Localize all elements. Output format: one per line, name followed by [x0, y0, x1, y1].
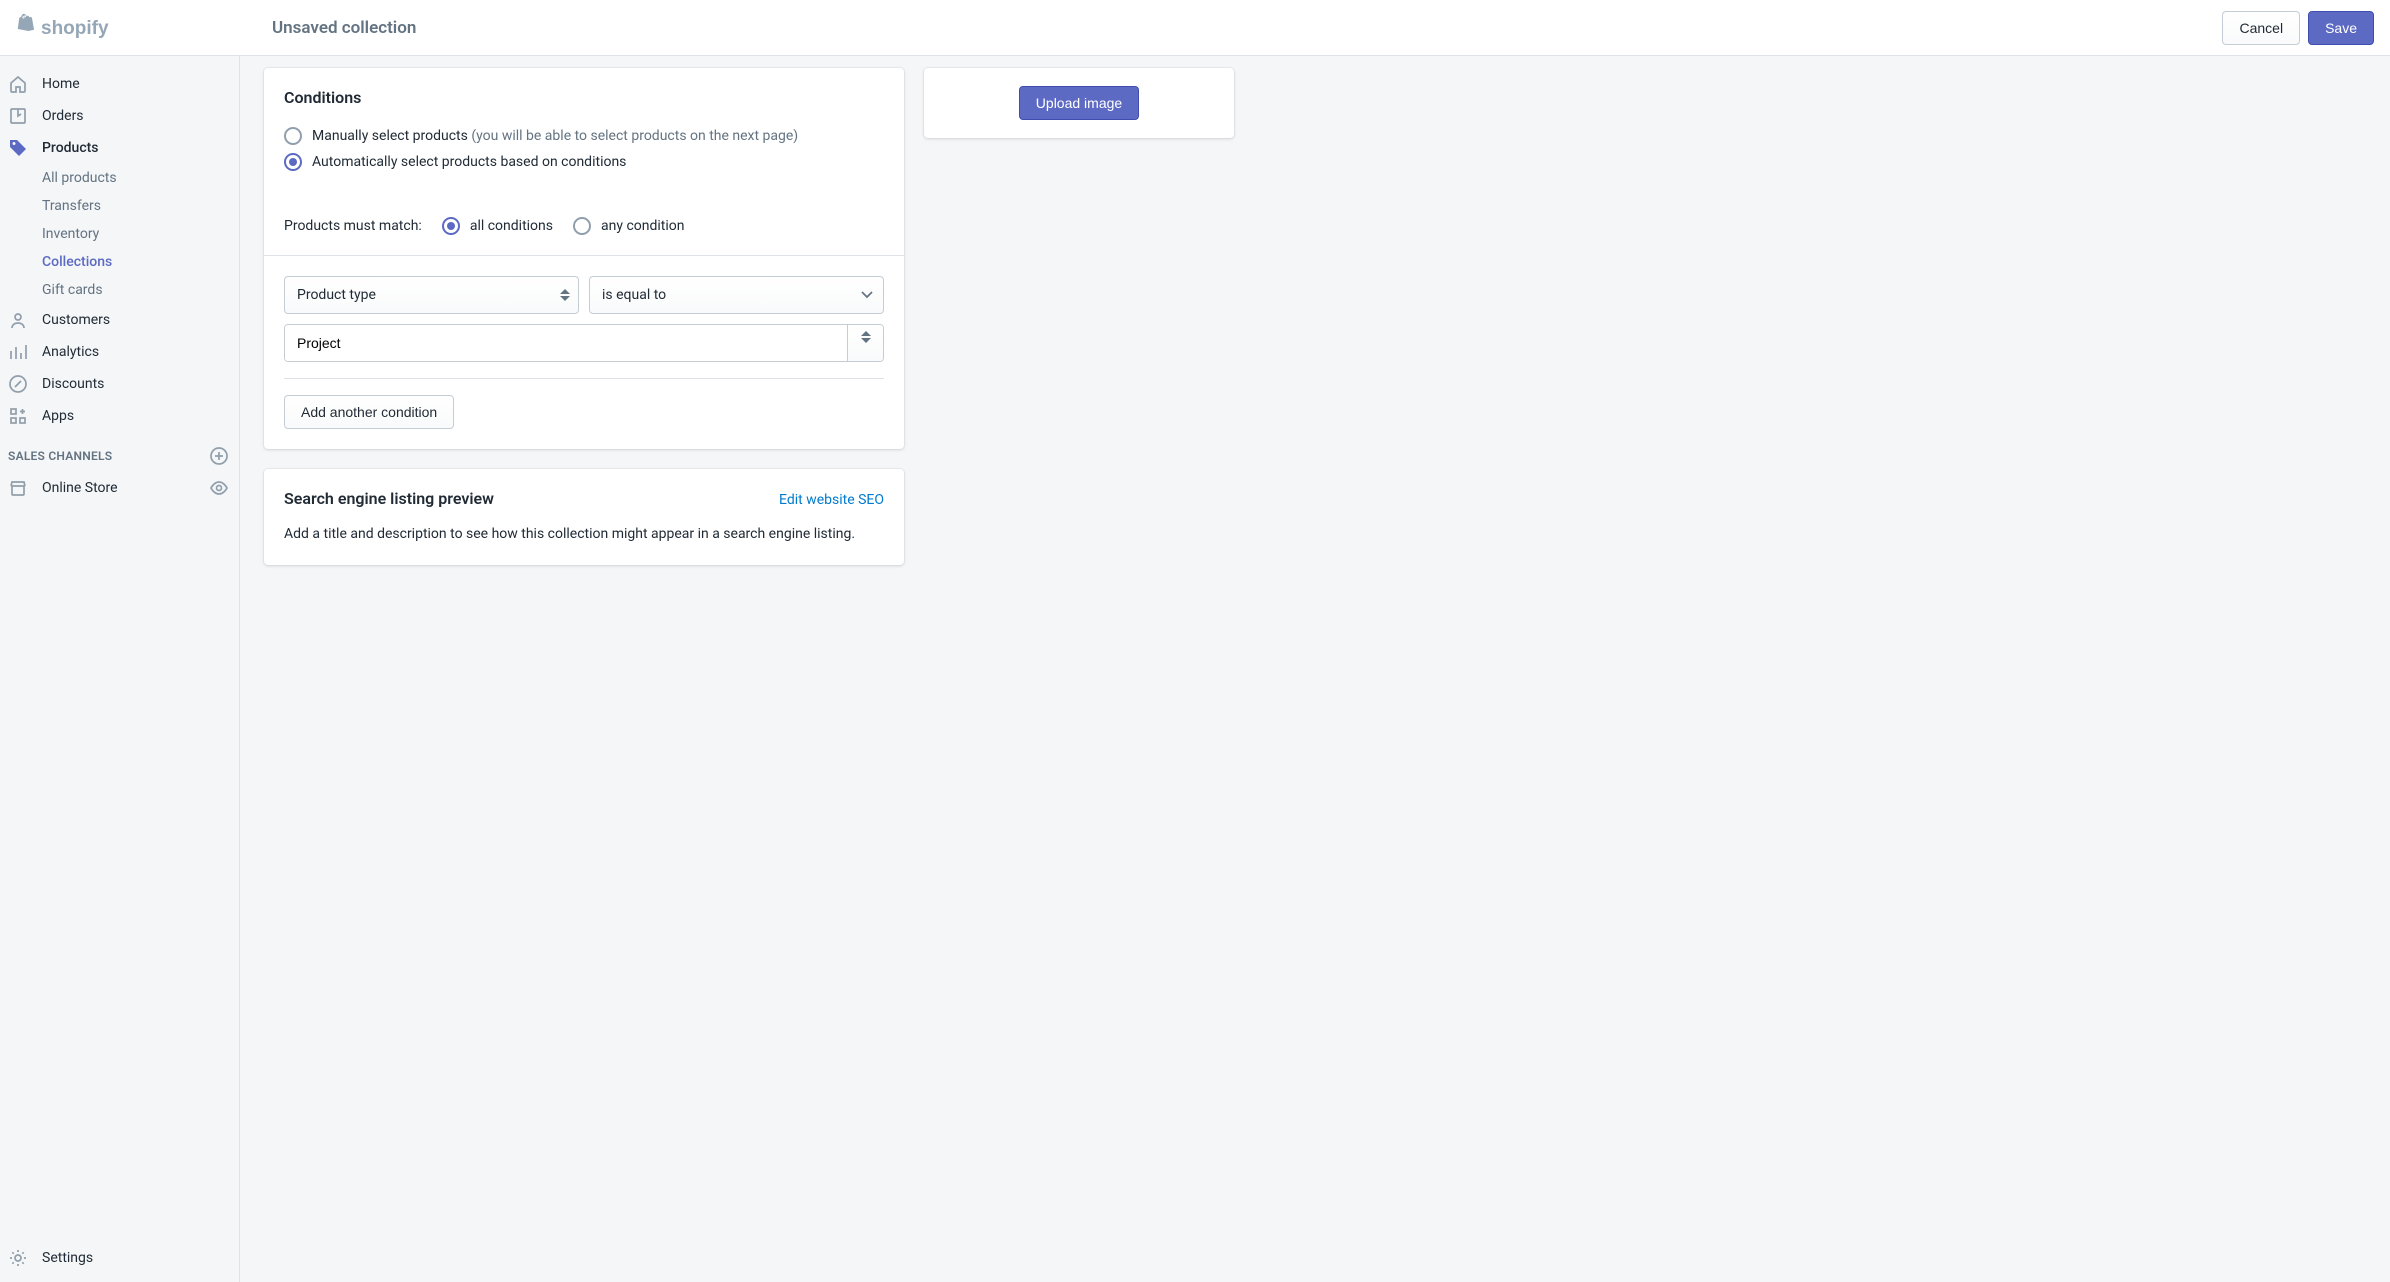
- apps-icon: [8, 406, 28, 426]
- radio-icon: [442, 217, 460, 235]
- divider: [284, 378, 884, 379]
- radio-any-condition[interactable]: any condition: [573, 217, 685, 235]
- radio-auto-label: Automatically select products based on c…: [312, 154, 626, 170]
- radio-icon: [284, 153, 302, 171]
- subnav-transfers[interactable]: Transfers: [42, 192, 239, 220]
- seo-heading: Search engine listing preview: [284, 489, 494, 508]
- sales-channels-label: SALES CHANNELS: [8, 449, 112, 463]
- sidebar-item-customers[interactable]: Customers: [0, 304, 239, 336]
- radio-auto[interactable]: Automatically select products based on c…: [284, 149, 884, 175]
- radio-manual[interactable]: Manually select products (you will be ab…: [284, 123, 884, 149]
- select-value: Product type: [297, 287, 376, 303]
- sidebar-item-label: Customers: [42, 312, 110, 328]
- home-icon: [8, 74, 28, 94]
- radio-icon: [573, 217, 591, 235]
- view-store-icon[interactable]: [209, 478, 229, 498]
- page-title: Unsaved collection: [240, 18, 2222, 38]
- nav-bottom: Settings: [0, 1234, 239, 1282]
- radio-manual-hint: (you will be able to select products on …: [471, 128, 798, 144]
- svg-text:shopify: shopify: [41, 18, 109, 39]
- topbar: shopify Unsaved collection Cancel Save: [0, 0, 2390, 56]
- cancel-button[interactable]: Cancel: [2222, 11, 2300, 45]
- sidebar-item-label: Orders: [42, 108, 84, 124]
- sidebar-item-label: Discounts: [42, 376, 104, 392]
- upload-image-button[interactable]: Upload image: [1019, 86, 1139, 120]
- add-condition-button[interactable]: Add another condition: [284, 395, 454, 429]
- subnav-collections[interactable]: Collections: [42, 248, 239, 276]
- settings-icon: [8, 1248, 28, 1268]
- select-value: is equal to: [602, 287, 666, 303]
- sidebar-item-online-store[interactable]: Online Store: [0, 472, 239, 504]
- side-column: Upload image: [924, 68, 1234, 138]
- subnav-gift-cards[interactable]: Gift cards: [42, 276, 239, 304]
- sidebar-item-analytics[interactable]: Analytics: [0, 336, 239, 368]
- sidebar-item-products[interactable]: Products: [0, 132, 239, 164]
- conditions-heading: Conditions: [284, 88, 884, 107]
- sidebar-item-label: Analytics: [42, 344, 99, 360]
- shopify-logo-icon: shopify: [12, 12, 124, 44]
- discounts-icon: [8, 374, 28, 394]
- condition-value-input[interactable]: [285, 325, 847, 361]
- condition-field-select[interactable]: Product type: [284, 276, 579, 314]
- radio-icon: [284, 127, 302, 145]
- sidebar-item-label: Home: [42, 76, 80, 92]
- conditions-card: Conditions Manually select products (you…: [264, 68, 904, 449]
- sidebar-item-label: Settings: [42, 1250, 93, 1266]
- condition-value-wrap: [284, 324, 884, 362]
- topbar-actions: Cancel Save: [2222, 11, 2390, 45]
- products-subnav: All products Transfers Inventory Collect…: [0, 164, 239, 304]
- match-label: Products must match:: [284, 218, 422, 234]
- radio-any-label: any condition: [601, 218, 685, 234]
- sidebar-item-apps[interactable]: Apps: [0, 400, 239, 432]
- content: Conditions Manually select products (you…: [240, 56, 2390, 609]
- sales-channels-heading: SALES CHANNELS: [0, 432, 239, 472]
- sidebar-item-settings[interactable]: Settings: [0, 1242, 239, 1274]
- condition-operator-select[interactable]: is equal to: [589, 276, 884, 314]
- seo-description: Add a title and description to see how t…: [284, 524, 884, 545]
- sidebar-item-discounts[interactable]: Discounts: [0, 368, 239, 400]
- sidebar-item-home[interactable]: Home: [0, 68, 239, 100]
- add-channel-icon[interactable]: [209, 446, 229, 466]
- image-card: Upload image: [924, 68, 1234, 138]
- subnav-all-products[interactable]: All products: [42, 164, 239, 192]
- save-button[interactable]: Save: [2308, 11, 2374, 45]
- condition-value-suggest-icon[interactable]: [847, 325, 883, 361]
- subnav-inventory[interactable]: Inventory: [42, 220, 239, 248]
- analytics-icon: [8, 342, 28, 362]
- edit-seo-link[interactable]: Edit website SEO: [779, 492, 884, 508]
- orders-icon: [8, 106, 28, 126]
- select-arrows-icon: [560, 289, 570, 301]
- sidebar-item-label: Apps: [42, 408, 74, 424]
- condition-row: Product type is equal to: [284, 276, 884, 314]
- online-store-icon: [8, 478, 28, 498]
- customers-icon: [8, 310, 28, 330]
- logo-area: shopify: [0, 12, 240, 44]
- products-icon: [8, 138, 28, 158]
- sidebar-item-label: Products: [42, 140, 99, 156]
- nav: Home Orders Products All products Transf…: [0, 56, 239, 1234]
- sidebar-item-orders[interactable]: Orders: [0, 100, 239, 132]
- sidebar: Home Orders Products All products Transf…: [0, 56, 240, 1282]
- main-column: Conditions Manually select products (you…: [264, 68, 904, 585]
- match-row: Products must match: all conditions any …: [284, 203, 884, 235]
- seo-card: Search engine listing preview Edit websi…: [264, 469, 904, 565]
- radio-all-label: all conditions: [470, 218, 553, 234]
- radio-manual-label: Manually select products: [312, 128, 468, 144]
- radio-all-conditions[interactable]: all conditions: [442, 217, 553, 235]
- sidebar-item-label: Online Store: [42, 480, 195, 496]
- chevron-down-icon: [861, 291, 873, 299]
